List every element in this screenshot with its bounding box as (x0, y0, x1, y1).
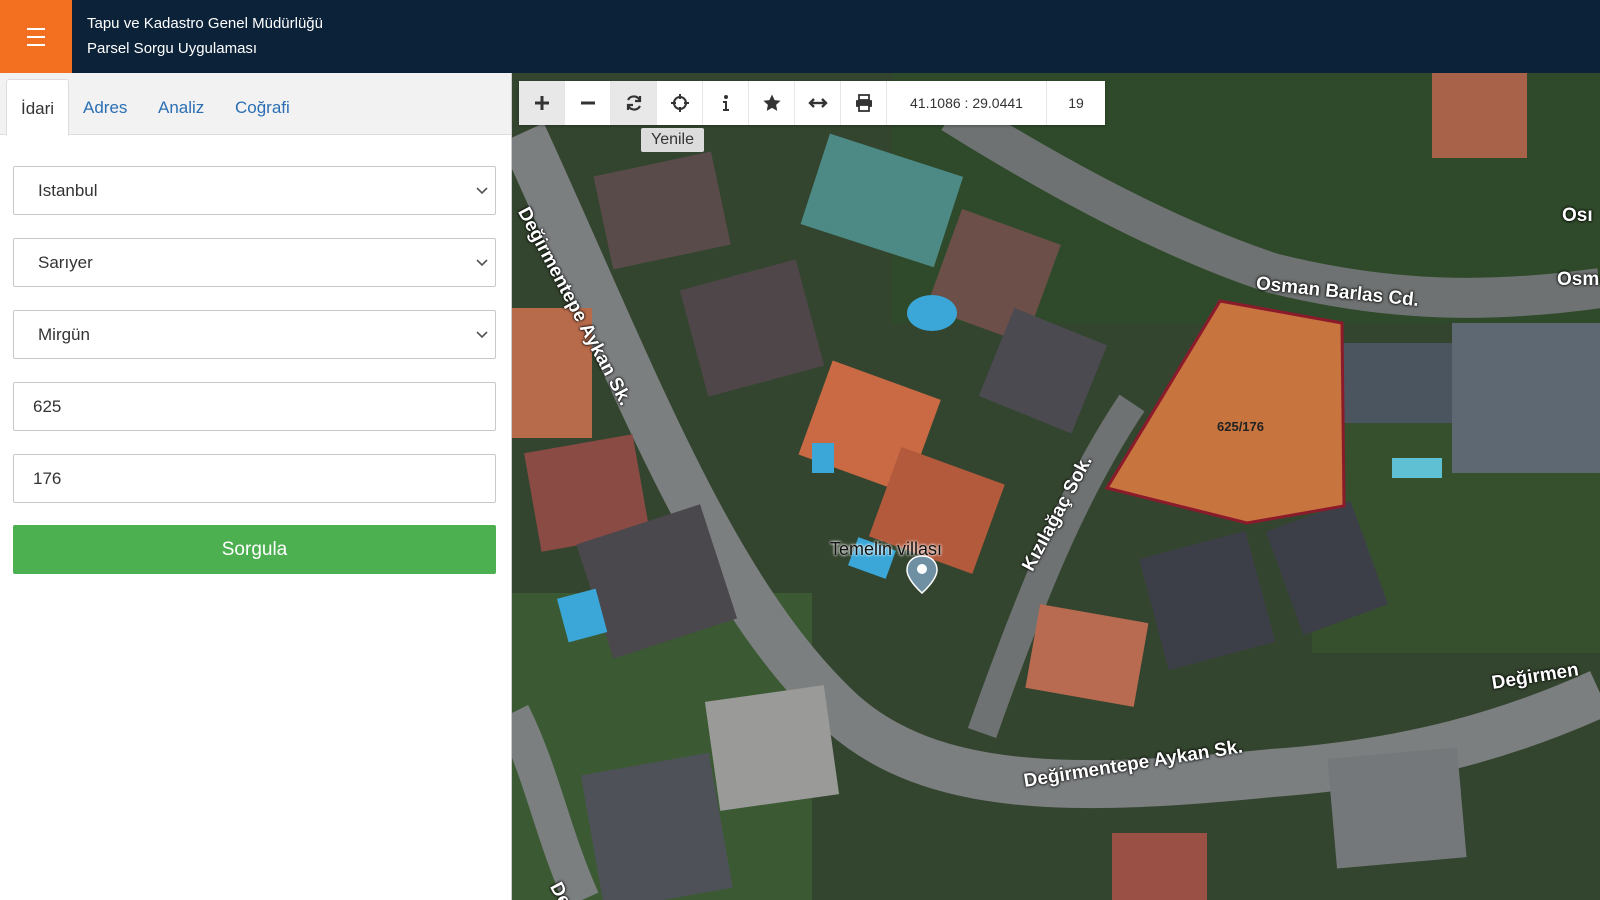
refresh-tooltip: Yenile (641, 128, 705, 152)
plus-icon (534, 96, 549, 110)
measure-icon (807, 98, 828, 108)
menu-button[interactable] (0, 0, 72, 73)
chevron-down-icon (476, 259, 488, 267)
block-value: 625 (33, 396, 62, 416)
parcel-label: 625/176 (1217, 419, 1264, 434)
query-panel: İdari Adres Analiz Coğrafi Istanbul Sarı… (0, 73, 512, 900)
info-button[interactable] (703, 81, 749, 125)
app-header: Tapu ve Kadastro Genel Müdürlüğü Parsel … (0, 0, 1600, 73)
hamburger-icon (27, 25, 45, 49)
tab-adres[interactable]: Adres (69, 79, 141, 136)
app-title: Tapu ve Kadastro Genel Müdürlüğü (87, 15, 323, 32)
neighborhood-value: Mirgün (38, 324, 90, 344)
tab-cografi[interactable]: Coğrafi (221, 79, 304, 136)
refresh-icon (626, 95, 641, 111)
tab-analiz[interactable]: Analiz (144, 79, 218, 136)
favorite-button[interactable] (749, 81, 795, 125)
street-label-osman-barlas-cut-2: Osm (1557, 269, 1600, 290)
tab-idari[interactable]: İdari (6, 79, 70, 136)
app-titles: Tapu ve Kadastro Genel Müdürlüğü Parsel … (87, 11, 323, 61)
neighborhood-select[interactable]: Mirgün (13, 310, 496, 359)
street-label-osman-barlas-cut-1: Osı (1562, 205, 1593, 226)
district-select[interactable]: Sarıyer (13, 238, 496, 287)
tab-bar: İdari Adres Analiz Coğrafi (0, 73, 511, 136)
minus-icon (580, 101, 595, 105)
info-icon (722, 95, 729, 111)
star-icon (762, 94, 781, 111)
parcel-value: 176 (33, 468, 62, 488)
crosshair-icon (670, 94, 689, 112)
map-view[interactable]: 41.1086 : 29.0441 19 Yenile Osman Barlas… (512, 73, 1600, 900)
app-subtitle: Parsel Sorgu Uygulaması (87, 40, 258, 57)
province-select[interactable]: Istanbul (13, 166, 496, 215)
district-value: Sarıyer (38, 252, 93, 272)
map-toolbar: 41.1086 : 29.0441 19 (519, 81, 1105, 125)
chevron-down-icon (476, 331, 488, 339)
coordinate-readout: 41.1086 : 29.0441 (887, 81, 1047, 125)
parcel-input[interactable]: 176 (13, 454, 496, 503)
print-button[interactable] (841, 81, 887, 125)
zoom-level: 19 (1068, 95, 1084, 111)
print-icon (855, 94, 872, 112)
measure-button[interactable] (795, 81, 841, 125)
refresh-button[interactable] (611, 81, 657, 125)
poi-label[interactable]: Temelin villası (830, 539, 942, 560)
chevron-down-icon (476, 187, 488, 195)
zoom-out-button[interactable] (565, 81, 611, 125)
province-value: Istanbul (38, 180, 98, 200)
locate-button[interactable] (657, 81, 703, 125)
query-button[interactable]: Sorgula (13, 525, 496, 574)
block-input[interactable]: 625 (13, 382, 496, 431)
zoom-in-button[interactable] (519, 81, 565, 125)
